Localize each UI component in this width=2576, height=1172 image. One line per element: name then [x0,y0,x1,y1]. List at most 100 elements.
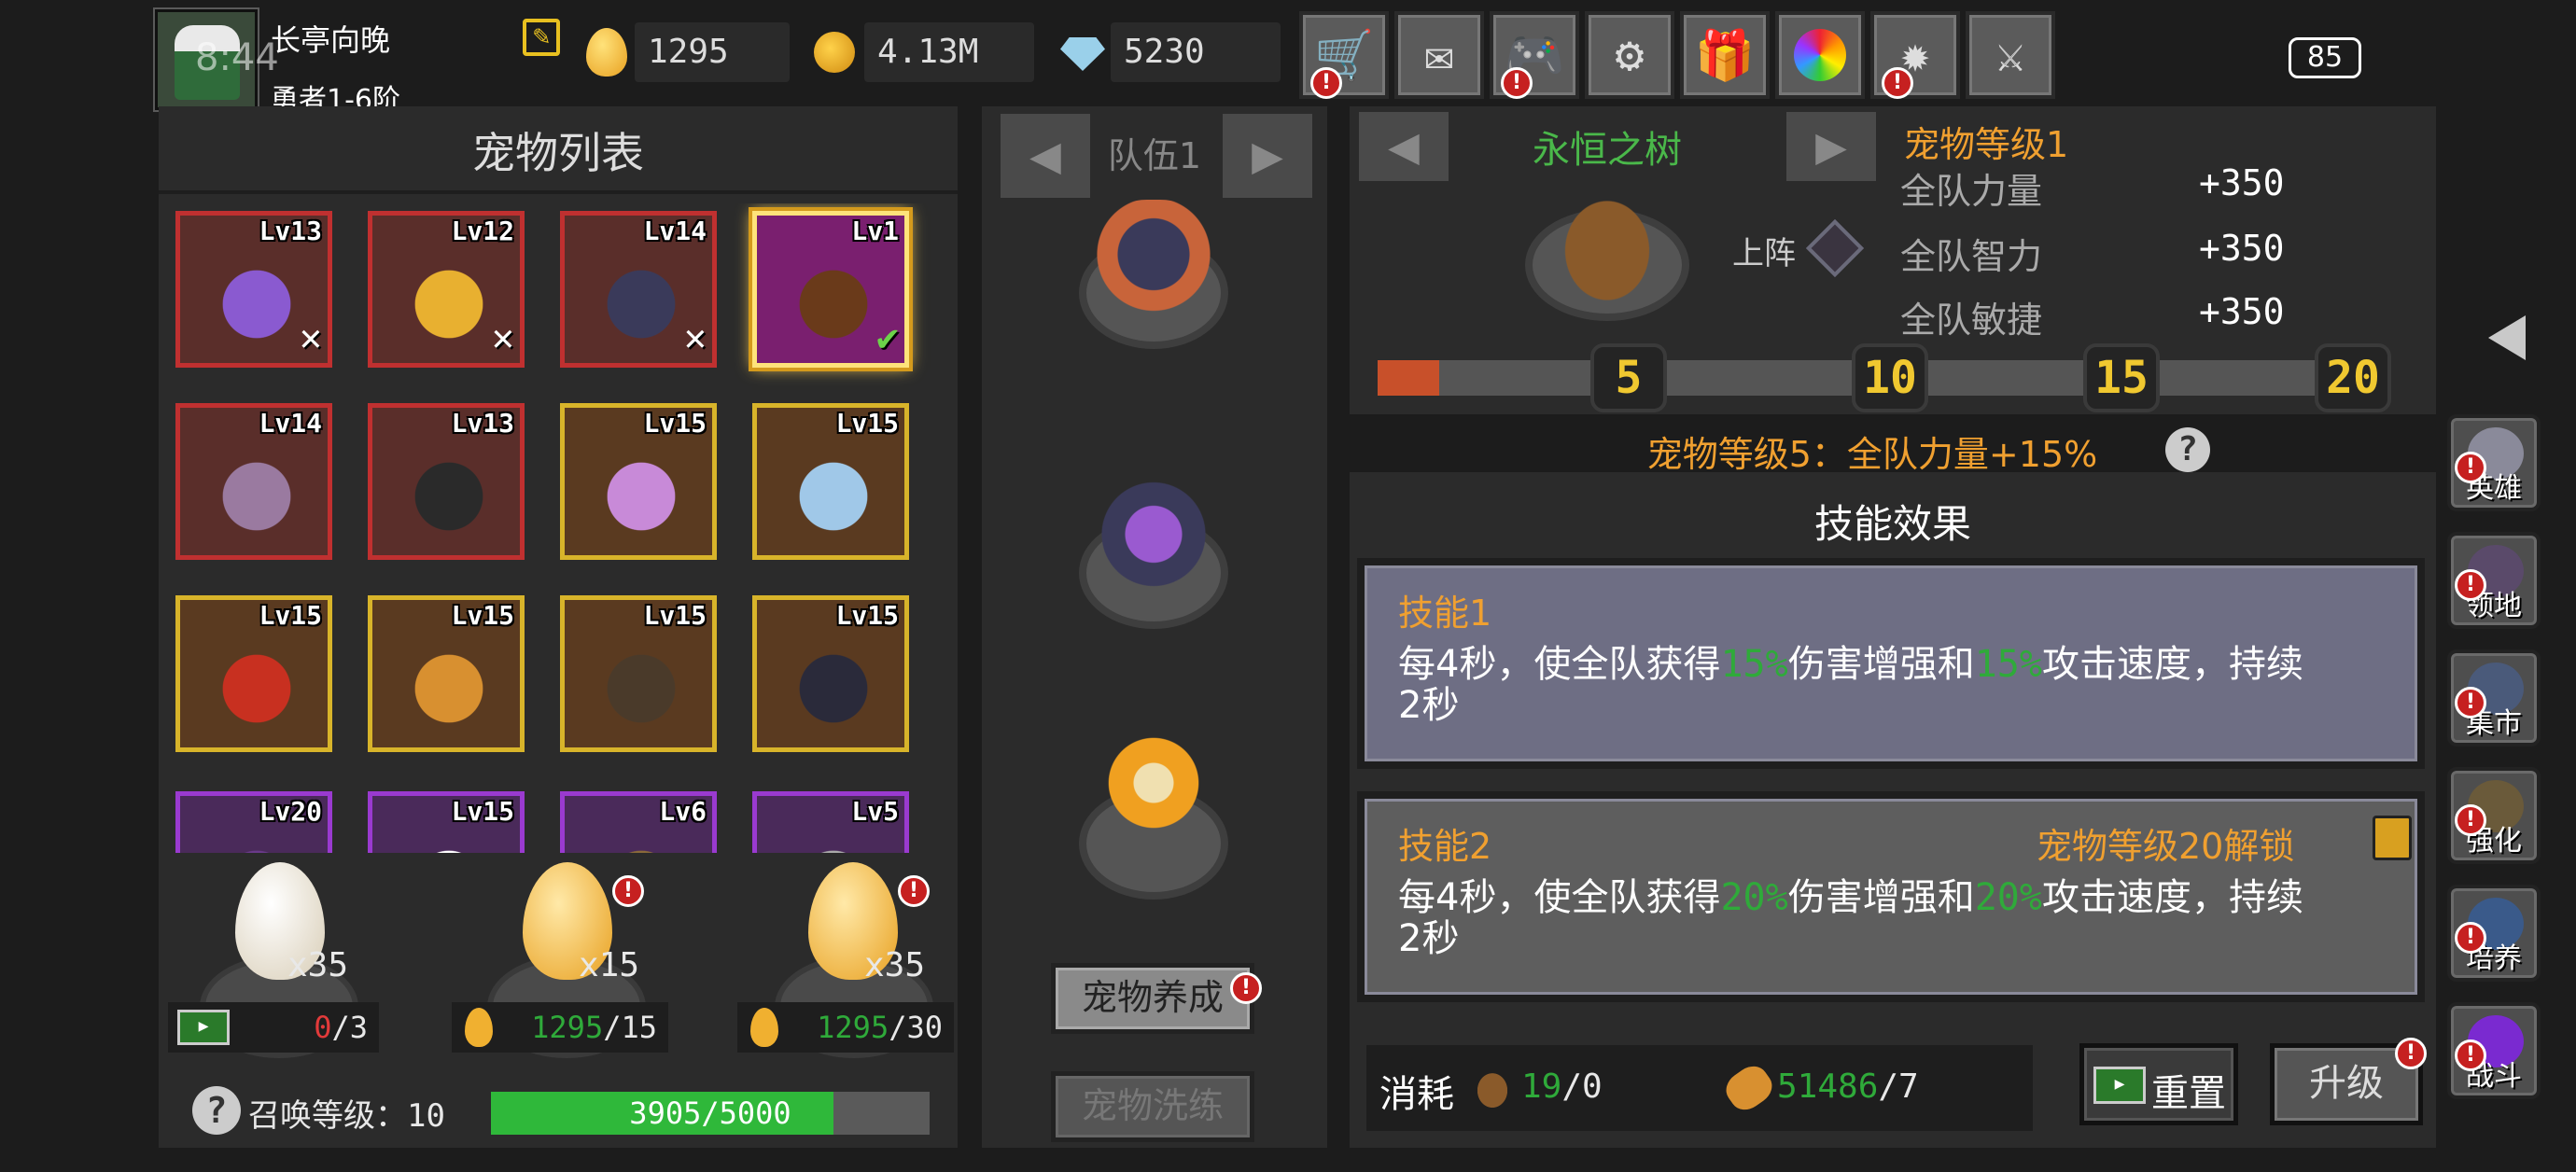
cost-need: /3 [331,1010,368,1045]
stat-value: +350 [2199,162,2285,203]
gift-icon: 🎁 [1694,27,1756,84]
skill-description: 每4秒，使全队获得20%伤害增强和20%攻击速度，持续 2秒 [1398,876,2303,960]
team-slot-unicorn[interactable] [1088,480,1219,601]
shop-button[interactable]: 🛒! [1299,11,1389,99]
alert-badge: ! [898,875,930,907]
checkmark-icon: ✔ [875,316,899,359]
pet-name: 永恒之树 [1533,129,1682,172]
pet-card[interactable]: Lv15 [752,403,909,560]
pet-level: Lv15 [259,600,322,631]
skills-title: 技能效果 [1813,501,1971,547]
pet-level: Lv15 [643,408,707,439]
side-nav-chalice-button[interactable]: 培养! [2447,885,2541,982]
unassigned-x-icon: ✕ [683,316,707,359]
pet-list-title: 宠物列表 [472,128,644,178]
alert-badge: ! [2455,452,2486,483]
help-icon[interactable]: ? [2165,427,2210,472]
milestone-node: 5 [1590,343,1667,412]
egg-cost-box[interactable]: 1295/30 [737,1002,954,1053]
milestone-node: 15 [2083,343,2160,412]
pet-level: Lv14 [643,216,707,246]
cost-have: 0 [314,1010,332,1045]
pet-card[interactable]: Lv12 ✕ [368,211,525,368]
pet-level: Lv5 [851,796,899,827]
settings-button[interactable]: ⚙ [1585,11,1674,99]
diamond-count: 5230 [1111,22,1281,82]
firework-button[interactable]: ✹! [1870,11,1960,99]
prev-pet-button[interactable]: ◀ [1359,112,1449,181]
edit-name-icon[interactable]: ✎ [523,19,560,56]
pet-sprite [587,637,695,740]
egg-icon [465,1008,493,1047]
team-slot-bat[interactable] [1088,200,1219,321]
color-wheel-icon [1794,29,1846,81]
pet-grid: Lv13 ✕ Lv12 ✕ Lv14 ✕ Lv1 ✔ Lv14 Lv13 Lv15 Lv15 Lv15 L… [175,203,941,928]
pet-card[interactable]: Lv15 [175,595,332,752]
pet-sprite [779,253,888,356]
pet-card[interactable]: Lv15 [560,595,717,752]
pet-card[interactable]: Lv15 [560,403,717,560]
skill-description: 每4秒，使全队获得15%伤害增强和15%攻击速度，持续 2秒 [1398,643,2303,727]
mail-button[interactable]: ✉ [1394,11,1484,99]
gold-coin-icon [814,32,855,73]
egg-cost-box[interactable]: 1295/15 [452,1002,668,1053]
alert-badge: ! [1310,67,1342,99]
milestone-node: 20 [2315,343,2391,412]
lock-icon [2373,816,2412,860]
gold-count: 4.13M [864,22,1034,82]
next-team-button[interactable]: ▶ [1223,114,1312,198]
summon-progress-bar: 3905/5000 [491,1092,930,1135]
pet-nurture-button[interactable]: 宠物养成 [1051,963,1254,1034]
mail-icon: ✉ [1424,27,1454,83]
cost-need: /15 [603,1010,657,1045]
pet-sprite [395,445,503,548]
top-bar: 8:44 长亭向晚 勇者1-6阶 ✎ 1295 4.13M 5230 🛒! ✉ … [0,0,2576,117]
team-panel: ◀ 队伍1 ▶ 宠物养成 ! 宠物洗练 [982,106,1327,1148]
pet-sprite [203,445,311,548]
alert-badge: ! [612,875,644,907]
side-nav-gem-button[interactable]: 强化! [2447,767,2541,864]
player-avatar[interactable]: 8:44 [155,9,279,110]
pet-card[interactable]: Lv13 ✕ [175,211,332,368]
egg-count-label: x35 [864,946,926,984]
reset-label: 重置 [2151,1072,2226,1115]
pet-level: Lv15 [643,600,707,631]
battle-button[interactable]: ⚔ [1966,11,2055,99]
egg-cost-box[interactable]: ▶ 0/3 [168,1002,379,1053]
pet-refine-button[interactable]: 宠物洗练 [1051,1071,1254,1142]
pet-level: Lv13 [259,216,322,246]
next-pet-button[interactable]: ▶ [1786,112,1876,181]
summon-progress-text: 3905/5000 [629,1095,791,1131]
diamond-icon [1060,37,1105,71]
gift-button[interactable]: 🎁 [1680,11,1770,99]
alert-badge: ! [2455,804,2486,836]
team-slot-skull-flame[interactable] [1088,722,1219,844]
wheel-button[interactable] [1775,11,1865,99]
pet-level: Lv15 [451,796,514,827]
pet-level: Lv15 [835,408,899,439]
cost-have: 1295 [817,1010,889,1045]
alert-badge: ! [2455,1039,2486,1071]
gamepad-button[interactable]: 🎮! [1490,11,1579,99]
skill-card-2: 技能2 宠物等级20解锁 每4秒，使全队获得20%伤害增强和20%攻击速度，持续… [1357,791,2425,1002]
pet-card[interactable]: Lv15 [752,595,909,752]
back-nav-icon[interactable] [2488,315,2526,360]
pet-card[interactable]: Lv14 ✕ [560,211,717,368]
help-icon[interactable]: ? [192,1086,241,1135]
side-nav-helmet-button[interactable]: 英雄! [2447,414,2541,511]
egg-area: x35 ▶ 0/3 ! x15 1295/15 ! x35 1295/30 ? … [159,853,958,1148]
reset-button[interactable]: ▶ 重置 [2079,1043,2238,1125]
cost-item2: 51486/7 [1777,1067,1919,1106]
pet-card[interactable]: Lv1 ✔ [752,211,909,368]
milestone-node: 10 [1852,343,1928,412]
pet-card[interactable]: Lv15 [368,595,525,752]
bone-icon [1719,1059,1779,1117]
pet-card[interactable]: Lv13 [368,403,525,560]
side-nav-castle-button[interactable]: 领地! [2447,532,2541,629]
side-nav-market-button[interactable]: 集市! [2447,649,2541,746]
pet-sprite [203,253,311,356]
pet-card[interactable]: Lv14 [175,403,332,560]
pet-sprite [395,253,503,356]
side-nav-portal-button[interactable]: 战斗! [2447,1002,2541,1099]
pet-sprite [587,445,695,548]
